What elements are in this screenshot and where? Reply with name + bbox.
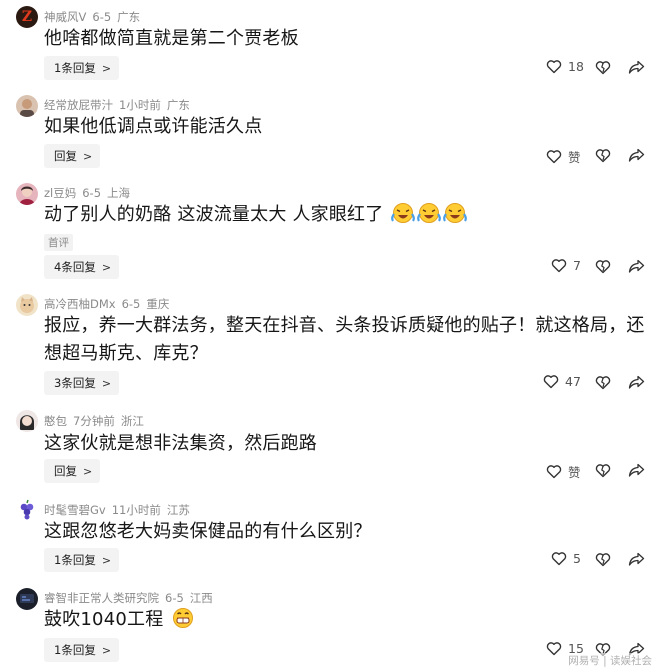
- comment-date: 6-5: [82, 186, 102, 200]
- broken-heart-icon[interactable]: [595, 60, 611, 75]
- comment-text: 报应，养一大群法务，整天在抖音、头条投诉质疑他的贴子！就这格局，还想超马斯克、库…: [44, 315, 645, 364]
- avatar-screen-icon: [20, 594, 34, 603]
- comment-actions: 18: [0, 56, 660, 80]
- comment-region: 江苏: [166, 503, 190, 517]
- comment-text: 如果他低调点或许能活久点: [44, 116, 263, 137]
- comment-meta: zl豆妈 6-5 上海: [44, 185, 136, 201]
- username[interactable]: 憨包: [44, 414, 67, 428]
- comment-text: 动了别人的奶酪 这波流量太大 人家眼红了: [44, 201, 644, 229]
- username[interactable]: 神威风V: [44, 10, 86, 24]
- share-arrow-icon[interactable]: [628, 463, 645, 478]
- comment-region: 浙江: [120, 414, 144, 428]
- comment-region: 上海: [107, 186, 131, 200]
- heart-icon: [543, 375, 559, 389]
- avatar[interactable]: Z: [16, 6, 38, 28]
- heart-icon: [546, 150, 562, 164]
- avatar[interactable]: [16, 588, 38, 610]
- comment-date: 7分钟前: [73, 414, 115, 428]
- heart-icon: [551, 552, 567, 566]
- comment-region: 广东: [117, 10, 141, 24]
- watermark: 网易号 | 读娱社会: [568, 653, 652, 668]
- share-arrow-icon[interactable]: [628, 259, 645, 274]
- comment-region: 重庆: [146, 297, 170, 311]
- like-button[interactable]: 赞: [546, 462, 581, 481]
- comment-meta: 憨包 7分钟前 浙江: [44, 413, 150, 429]
- avatar-face-icon: [20, 415, 34, 430]
- comment-text: 他啥都做简直就是第二个贾老板: [44, 28, 299, 49]
- avatar-face-icon: [20, 99, 34, 117]
- comment-date: 6-5: [92, 10, 112, 24]
- comment-region: 江西: [189, 591, 213, 605]
- like-button[interactable]: 47: [543, 374, 581, 389]
- like-button[interactable]: 7: [551, 258, 581, 273]
- comment-actions: 47: [0, 371, 660, 395]
- username[interactable]: zl豆妈: [44, 186, 76, 200]
- like-count: 5: [573, 551, 581, 566]
- comment-date: 11小时前: [111, 503, 161, 517]
- like-count: 赞: [568, 465, 581, 480]
- heart-icon: [546, 60, 562, 74]
- first-comment-badge: 首评: [44, 234, 73, 251]
- comment-meta: 高冷西柚DMx 6-5 重庆: [44, 296, 175, 312]
- laughing-crying-emoji-icon: [417, 203, 442, 223]
- like-count: 7: [573, 258, 581, 273]
- heart-icon: [546, 465, 562, 479]
- heart-icon: [551, 259, 567, 273]
- username[interactable]: 睿智非正常人类研究院: [44, 591, 159, 605]
- avatar[interactable]: [16, 499, 38, 521]
- comment-actions: 5: [0, 548, 660, 572]
- comment-region: 广东: [166, 98, 190, 112]
- broken-heart-icon[interactable]: [595, 463, 611, 478]
- broken-heart-icon[interactable]: [595, 148, 611, 163]
- like-count: 47: [565, 374, 581, 389]
- like-count: 18: [568, 59, 584, 74]
- username[interactable]: 经常放屁带汁: [44, 98, 113, 112]
- comment-actions: 15: [0, 638, 660, 662]
- comment-text: 这跟忽悠老大妈卖保健品的有什么区别？: [44, 521, 372, 542]
- comment-text-body: 鼓吹1040工程: [44, 609, 164, 630]
- comment-meta: 经常放屁带汁 1小时前 广东: [44, 97, 196, 113]
- broken-heart-icon[interactable]: [595, 552, 611, 567]
- avatar[interactable]: [16, 294, 38, 316]
- share-arrow-icon[interactable]: [628, 552, 645, 567]
- comment-date: 6-5: [121, 297, 141, 311]
- grinning-emoji-icon: [173, 608, 194, 628]
- share-arrow-icon[interactable]: [628, 60, 645, 75]
- like-count: 赞: [568, 150, 581, 165]
- laughing-crying-emoji-icon: [443, 203, 468, 223]
- avatar-cat-icon: [20, 297, 34, 313]
- broken-heart-icon[interactable]: [595, 375, 611, 390]
- avatar[interactable]: [16, 183, 38, 205]
- comment-date: 6-5: [165, 591, 184, 605]
- comment-meta: 睿智非正常人类研究院 6-5 江西: [44, 590, 219, 606]
- username[interactable]: 时髦雪碧Gv: [44, 503, 106, 517]
- avatar[interactable]: [16, 95, 38, 117]
- comment-actions: 赞: [0, 459, 660, 483]
- username[interactable]: 高冷西柚DMx: [44, 297, 116, 311]
- comment-date: 1小时前: [119, 98, 161, 112]
- like-button[interactable]: 5: [551, 551, 581, 566]
- comment-actions: 7: [0, 255, 660, 279]
- comment-meta: 时髦雪碧Gv 11小时前 江苏: [44, 502, 196, 518]
- comment-text: 鼓吹1040工程: [44, 606, 644, 634]
- like-button[interactable]: 18: [546, 59, 584, 74]
- share-arrow-icon[interactable]: [628, 375, 645, 390]
- avatar-face-icon: [19, 186, 35, 205]
- avatar-grape-icon: [20, 499, 34, 520]
- comment-text-body: 动了别人的奶酪 这波流量太大 人家眼红了: [44, 204, 384, 225]
- broken-heart-icon[interactable]: [595, 259, 611, 274]
- comment-meta: 神威风V 6-5 广东: [44, 9, 146, 25]
- laughing-crying-emoji-icon: [391, 203, 416, 223]
- share-arrow-icon[interactable]: [628, 148, 645, 163]
- comment-text: 这家伙就是想非法集资，然后跑路: [44, 433, 317, 454]
- avatar[interactable]: [16, 410, 38, 432]
- comment-actions: 赞: [0, 144, 660, 168]
- like-button[interactable]: 赞: [546, 147, 581, 166]
- heart-icon: [546, 642, 562, 656]
